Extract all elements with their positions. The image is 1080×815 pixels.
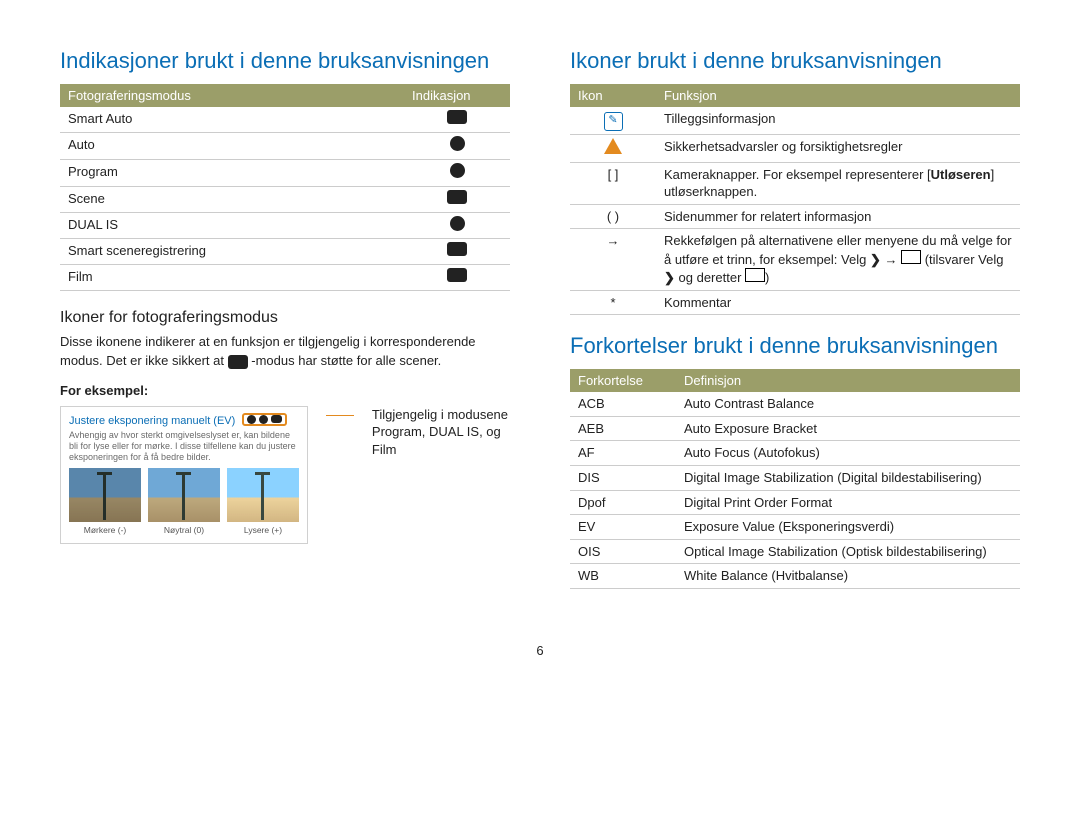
table-row: * Kommentar <box>570 290 1020 315</box>
for-eksempel-label: For eksempel: <box>60 383 510 398</box>
table-row: Smart sceneregistrering <box>60 239 510 265</box>
menu-grid-icon <box>901 250 921 264</box>
table-row: [ ] Kameraknapper. For eksempel represen… <box>570 162 1020 204</box>
table-row: → Rekkefølgen på alternativene eller men… <box>570 229 1020 291</box>
mode-table-h2: Indikasjon <box>404 84 510 107</box>
smart-auto-icon <box>447 110 467 124</box>
film-icon <box>447 268 467 282</box>
thumb: Nøytral (0) <box>148 468 220 535</box>
table-row: ( ) Sidenummer for relatert informasjon <box>570 204 1020 229</box>
callout-line <box>326 415 354 416</box>
program-icon <box>450 163 465 178</box>
abbr-table-h2: Definisjon <box>676 369 1020 392</box>
right-column: Ikoner brukt i denne bruksanvisningen Ik… <box>570 40 1020 607</box>
table-row: Sikkerhetsadvarsler og forsiktighetsregl… <box>570 135 1020 163</box>
example-title-row: Justere eksponering manuelt (EV) <box>69 413 299 427</box>
thumb: Mørkere (-) <box>69 468 141 535</box>
table-row: DISDigital Image Stabilization (Digital … <box>570 466 1020 491</box>
smart-scene-icon <box>447 242 467 256</box>
table-row: EVExposure Value (Eksponeringsverdi) <box>570 515 1020 540</box>
icons-table-h2: Funksjon <box>656 84 1020 107</box>
brackets-icon: [ ] <box>570 162 656 204</box>
table-row: WBWhite Balance (Hvitbalanse) <box>570 564 1020 589</box>
example-thumbs: Mørkere (-) Nøytral (0) Lysere (+) <box>69 468 299 535</box>
icons-table-h1: Ikon <box>570 84 656 107</box>
table-row: Smart Auto <box>60 107 510 132</box>
table-row: Auto <box>60 132 510 159</box>
icons-table: Ikon Funksjon ✎ Tilleggsinformasjon Sikk… <box>570 84 1020 315</box>
thumb: Lysere (+) <box>227 468 299 535</box>
mode-table-h1: Fotograferingsmodus <box>60 84 404 107</box>
left-column: Indikasjoner brukt i denne bruksanvisnin… <box>60 40 510 607</box>
parens-icon: ( ) <box>570 204 656 229</box>
heading-ikoner: Ikoner brukt i denne bruksanvisningen <box>570 48 1020 74</box>
table-row: ✎ Tilleggsinformasjon <box>570 107 1020 135</box>
heading-forkortelser: Forkortelser brukt i denne bruksanvisnin… <box>570 333 1020 359</box>
mode-icon-paragraph: Disse ikonene indikerer at en funksjon e… <box>60 333 510 371</box>
mode-table: Fotograferingsmodus Indikasjon Smart Aut… <box>60 84 510 291</box>
example-card: Justere eksponering manuelt (EV) Avhengi… <box>60 406 308 544</box>
example-desc: Avhengig av hvor sterkt omgivelseslyset … <box>69 430 299 462</box>
table-row: AEBAuto Exposure Bracket <box>570 416 1020 441</box>
table-row: AFAuto Focus (Autofokus) <box>570 441 1020 466</box>
program-icon <box>247 415 256 424</box>
menu-grid-icon <box>745 268 765 282</box>
asterisk-icon: * <box>570 290 656 315</box>
abbr-table-h1: Forkortelse <box>570 369 676 392</box>
table-row: Film <box>60 265 510 291</box>
table-row: Program <box>60 159 510 186</box>
example-title: Justere eksponering manuelt (EV) <box>69 415 235 427</box>
table-row: Scene <box>60 186 510 212</box>
dual-is-icon <box>259 415 268 424</box>
table-row: ACBAuto Contrast Balance <box>570 392 1020 416</box>
heading-indikasjoner: Indikasjoner brukt i denne bruksanvisnin… <box>60 48 510 74</box>
page-number: 6 <box>60 643 1020 658</box>
warning-icon <box>604 138 622 154</box>
chevron-right-icon: ❯ <box>870 252 881 267</box>
table-row: DpofDigital Print Order Format <box>570 490 1020 515</box>
chevron-right-icon: ❯ <box>664 270 675 285</box>
subheading-ikoner-modus: Ikoner for fotograferingsmodus <box>60 309 510 327</box>
film-icon <box>271 415 282 423</box>
scene-icon <box>447 190 467 204</box>
callout-text: Tilgjengelig i modusene Program, DUAL IS… <box>372 406 510 459</box>
arrow-icon: → <box>570 229 656 291</box>
table-row: OISOptical Image Stabilization (Optisk b… <box>570 539 1020 564</box>
table-row: DUAL IS <box>60 212 510 239</box>
auto-icon <box>450 136 465 151</box>
dual-is-icon <box>450 216 465 231</box>
abbr-table: Forkortelse Definisjon ACBAuto Contrast … <box>570 369 1020 588</box>
mode-icon-cluster <box>242 413 287 426</box>
scene-icon <box>228 355 248 369</box>
note-icon: ✎ <box>604 112 623 131</box>
example-callout: Justere eksponering manuelt (EV) Avhengi… <box>60 406 510 544</box>
